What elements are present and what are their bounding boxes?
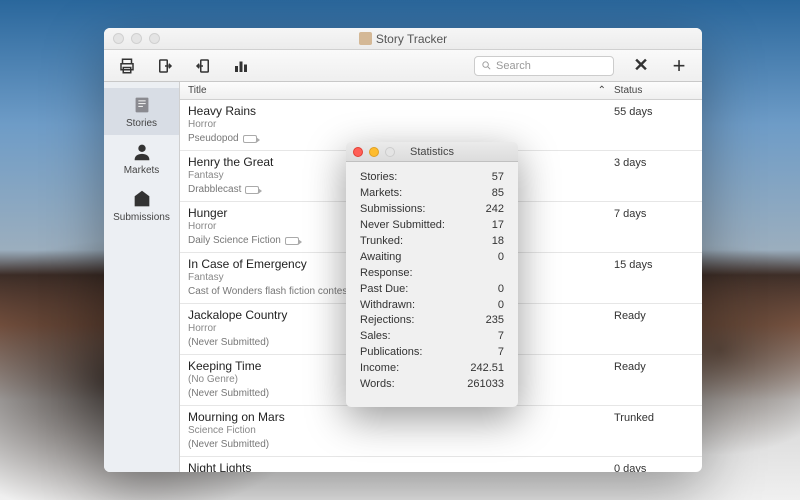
story-title: Night Lights	[188, 461, 614, 472]
add-button[interactable]: +	[668, 55, 690, 77]
stat-row: Rejections: 235	[360, 313, 504, 329]
stat-row: Words: 261033	[360, 377, 504, 393]
sidebar-item-submissions[interactable]: Submissions	[104, 182, 179, 229]
tag-icon	[245, 186, 259, 194]
search-placeholder: Search	[496, 60, 531, 72]
markets-icon	[131, 141, 153, 163]
window-title: Story Tracker	[104, 32, 702, 46]
stat-row: Withdrawn: 0	[360, 298, 504, 314]
window-title-text: Story Tracker	[376, 32, 447, 46]
search-input[interactable]: Search	[474, 56, 614, 76]
export-button[interactable]	[154, 55, 176, 77]
sidebar-item-label: Stories	[126, 118, 157, 129]
titlebar[interactable]: Story Tracker	[104, 28, 702, 50]
stat-row: Publications: 7	[360, 345, 504, 361]
stat-label: Withdrawn:	[360, 298, 415, 314]
stat-value: 7	[454, 329, 504, 345]
stat-value: 85	[454, 186, 504, 202]
title-column-label: Title	[188, 85, 207, 96]
sidebar-item-label: Markets	[124, 165, 160, 176]
stat-value: 242	[454, 202, 504, 218]
stat-label: Words:	[360, 377, 395, 393]
print-button[interactable]	[116, 55, 138, 77]
tag-icon	[285, 237, 299, 245]
stat-label: Publications:	[360, 345, 422, 361]
story-status: Ready	[614, 359, 694, 399]
stat-row: Never Submitted: 17	[360, 218, 504, 234]
stat-row: Sales: 7	[360, 329, 504, 345]
sidebar: Stories Markets Submissions	[104, 82, 180, 472]
stats-close-dot[interactable]	[353, 147, 363, 157]
table-row[interactable]: Night Lights SF / Horror Pseudopod 0 day…	[180, 457, 702, 472]
sort-indicator: ⌃	[598, 85, 606, 96]
traffic-lights	[104, 33, 160, 44]
story-status: 55 days	[614, 104, 694, 144]
stat-label: Rejections:	[360, 313, 414, 329]
stat-value: 18	[454, 234, 504, 250]
story-genre: Horror	[188, 119, 614, 130]
import-button[interactable]	[192, 55, 214, 77]
submissions-icon	[131, 188, 153, 210]
stat-value: 0	[454, 250, 504, 282]
stat-label: Sales:	[360, 329, 391, 345]
minimize-dot[interactable]	[131, 33, 142, 44]
story-status: Trunked	[614, 410, 694, 450]
story-status: 15 days	[614, 257, 694, 297]
stat-label: Markets:	[360, 186, 402, 202]
stat-value: 261033	[454, 377, 504, 393]
stat-label: Trunked:	[360, 234, 403, 250]
stat-label: Income:	[360, 361, 399, 377]
close-dot[interactable]	[113, 33, 124, 44]
stat-row: Trunked: 18	[360, 234, 504, 250]
tag-icon	[243, 135, 257, 143]
stat-row: Markets: 85	[360, 186, 504, 202]
stat-value: 17	[454, 218, 504, 234]
story-status: Ready	[614, 308, 694, 348]
zoom-dot[interactable]	[149, 33, 160, 44]
stats-zoom-dot[interactable]	[385, 147, 395, 157]
search-icon	[481, 60, 492, 71]
stat-label: Never Submitted:	[360, 218, 445, 234]
sidebar-item-markets[interactable]: Markets	[104, 135, 179, 182]
column-header[interactable]: Title ⌃ Status	[180, 82, 702, 100]
story-status: 3 days	[614, 155, 694, 195]
stat-value: 7	[454, 345, 504, 361]
story-status: 7 days	[614, 206, 694, 246]
stats-body: Stories:57Markets:85Submissions:242Never…	[346, 162, 518, 407]
stat-value: 235	[454, 313, 504, 329]
story-market: (Never Submitted)	[188, 439, 614, 450]
stats-titlebar[interactable]: Statistics	[346, 142, 518, 162]
stat-row: Stories: 57	[360, 170, 504, 186]
stories-icon	[131, 94, 153, 116]
stat-label: Submissions:	[360, 202, 425, 218]
stats-minimize-dot[interactable]	[369, 147, 379, 157]
story-title: Heavy Rains	[188, 104, 614, 118]
stat-row: Past Due: 0	[360, 282, 504, 298]
toolbar: Search ✕ +	[104, 50, 702, 82]
app-icon	[359, 32, 372, 45]
statistics-window: Statistics Stories:57Markets:85Submissio…	[346, 142, 518, 407]
stat-label: Past Due:	[360, 282, 408, 298]
story-status: 0 days	[614, 461, 694, 472]
stat-value: 0	[454, 298, 504, 314]
sidebar-item-label: Submissions	[113, 212, 170, 223]
stat-row: Awaiting Response:0	[360, 250, 504, 282]
table-row[interactable]: Mourning on Mars Science Fiction (Never …	[180, 406, 702, 457]
stat-label: Awaiting Response:	[360, 250, 454, 282]
story-genre: Science Fiction	[188, 425, 614, 436]
stat-value: 0	[454, 282, 504, 298]
story-title: Mourning on Mars	[188, 410, 614, 424]
stat-row: Income: 242.51	[360, 361, 504, 377]
stat-value: 57	[454, 170, 504, 186]
stat-row: Submissions: 242	[360, 202, 504, 218]
stats-button[interactable]	[230, 55, 252, 77]
status-column-label: Status	[614, 85, 642, 96]
stat-label: Stories:	[360, 170, 397, 186]
clear-button[interactable]: ✕	[630, 55, 652, 77]
stat-value: 242.51	[454, 361, 504, 377]
sidebar-item-stories[interactable]: Stories	[104, 88, 179, 135]
